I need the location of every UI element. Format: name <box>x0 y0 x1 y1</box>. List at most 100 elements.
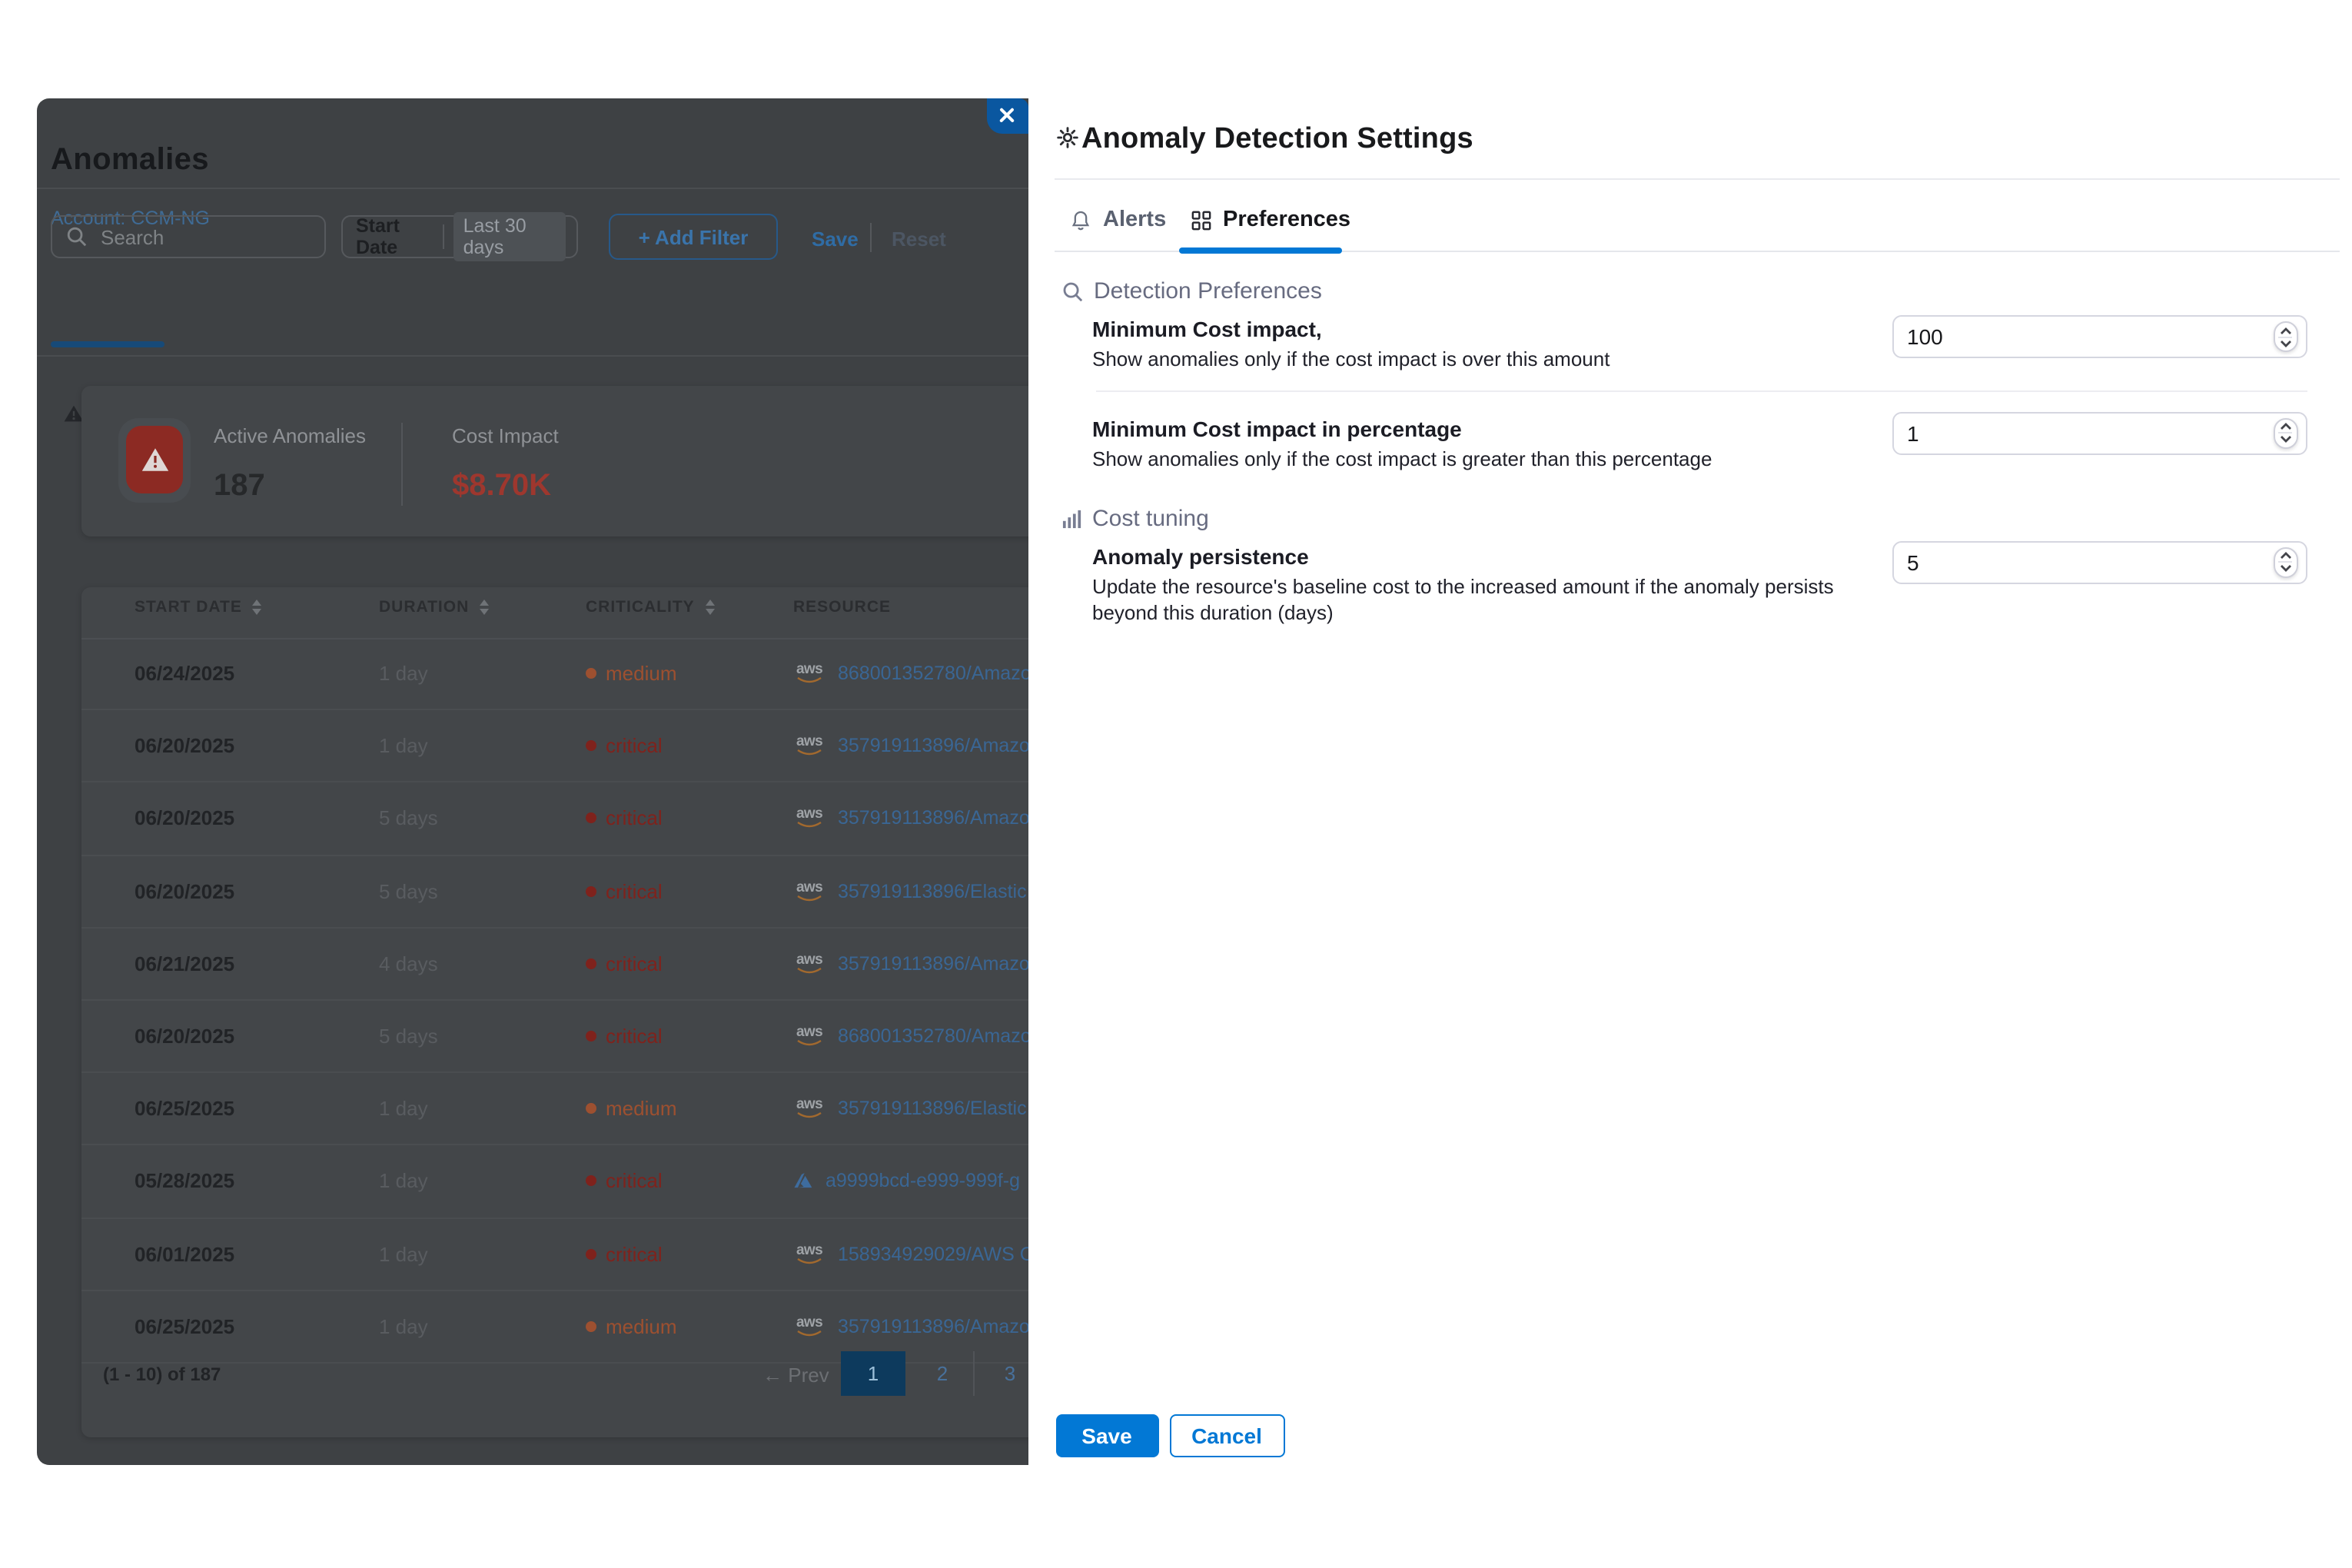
table-row[interactable]: 06/01/2025 1 day critical aws 1589349290… <box>81 1218 1028 1291</box>
anomaly-persistence-input[interactable] <box>1892 540 2307 583</box>
aws-icon: aws <box>793 953 826 975</box>
sort-icon[interactable] <box>480 600 489 616</box>
page-title: Anomalies <box>51 142 209 178</box>
tabs-divider <box>37 355 1028 357</box>
tab-preferences-label: Preferences <box>1223 208 1350 232</box>
table-row[interactable]: 06/20/2025 1 day critical aws 3579191138… <box>81 710 1028 782</box>
stepper-icon[interactable] <box>2273 321 2297 352</box>
resource-cell: aws 158934929029/AWS Co <box>793 1243 1028 1264</box>
add-filter-button[interactable]: + Add Filter <box>609 214 778 260</box>
criticality-label: critical <box>606 1242 663 1265</box>
pagination-prev-button[interactable]: ← Prev <box>762 1364 829 1387</box>
min-cost-impact-description: Show anomalies only if the cost impact i… <box>1092 346 1610 373</box>
aws-icon: aws <box>793 1025 826 1047</box>
resource-link[interactable]: 868001352780/Amazon <box>838 663 1028 684</box>
criticality-cell: medium <box>586 662 677 685</box>
resource-link[interactable]: 868001352780/Amazon <box>838 1025 1028 1047</box>
start-date-cell: 06/20/2025 <box>135 879 234 902</box>
aws-icon: aws <box>793 880 826 902</box>
save-button[interactable]: Save <box>1055 1414 1158 1457</box>
criticality-cell: critical <box>586 1025 663 1048</box>
aws-icon: aws <box>793 663 826 684</box>
screen: Account: CCM-NG Anomalies Start Date Las… <box>0 0 2352 1568</box>
section-heading: Detection Preferences <box>1094 278 1322 304</box>
tab-alerts[interactable]: Alerts <box>1069 208 1166 232</box>
anomaly-persistence-label: Anomaly persistence <box>1092 544 1309 569</box>
sort-icon[interactable] <box>706 600 715 616</box>
criticality-cell: critical <box>586 879 663 902</box>
pagination-page-2[interactable]: 2 <box>924 1351 961 1396</box>
pagination-page-1[interactable]: 1 <box>841 1351 905 1396</box>
search-icon <box>1061 281 1083 302</box>
min-cost-percent-input[interactable] <box>1892 411 2307 454</box>
criticality-dot-icon <box>586 741 596 752</box>
resource-link[interactable]: 357919113896/Amazon <box>838 1316 1028 1337</box>
anomaly-persistence-field <box>1892 540 2307 583</box>
table-row[interactable]: 06/21/2025 4 days critical aws 357919113… <box>81 929 1028 1001</box>
table-row[interactable]: 06/20/2025 5 days critical aws 357919113… <box>81 783 1028 855</box>
anomaly-persistence-description: Update the resource's baseline cost to t… <box>1092 573 1869 626</box>
criticality-cell: medium <box>586 1097 677 1120</box>
resource-link[interactable]: 357919113896/Elastic Lo <box>838 880 1028 902</box>
pagination-page-3[interactable]: 3 <box>992 1351 1028 1396</box>
column-header-duration[interactable]: DURATION <box>379 592 489 623</box>
resource-link[interactable]: 357919113896/Amazon <box>838 808 1028 829</box>
table-row[interactable]: 06/24/2025 1 day medium aws 868001352780… <box>81 638 1028 710</box>
resource-link[interactable]: a9999bcd-e999-999f-g <box>826 1171 1020 1192</box>
start-date-filter[interactable]: Start Date Last 30 days <box>341 215 577 258</box>
criticality-dot-icon <box>586 1031 596 1041</box>
table-row[interactable]: 06/25/2025 1 day medium aws 357919113896… <box>81 1073 1028 1145</box>
resource-cell: aws 868001352780/Amazon <box>793 1025 1028 1047</box>
section-heading: Cost tuning <box>1092 506 1209 532</box>
column-header-resource: RESOURCE <box>793 592 891 623</box>
active-anomalies-label: Active Anomalies <box>214 424 366 447</box>
table-row[interactable]: 06/20/2025 5 days critical aws 868001352… <box>81 1001 1028 1073</box>
start-date-cell: 06/24/2025 <box>135 662 234 685</box>
grid-icon <box>1191 210 1211 230</box>
table-row[interactable]: 05/28/2025 1 day critical aws a9999bcd-e… <box>81 1146 1028 1218</box>
resource-link[interactable]: 158934929029/AWS Co <box>838 1243 1028 1264</box>
criticality-dot-icon <box>586 1176 596 1187</box>
duration-cell: 5 days <box>379 807 438 830</box>
search-box[interactable] <box>50 215 325 258</box>
drawer-title-divider <box>1054 178 2340 180</box>
pagination-range: (1 - 10) of 187 <box>103 1364 221 1385</box>
stepper-icon[interactable] <box>2273 417 2297 448</box>
start-date-value[interactable]: Last 30 days <box>454 212 566 261</box>
azure-icon <box>793 1172 813 1191</box>
duration-cell: 1 day <box>379 1170 428 1193</box>
pagination-divider <box>973 1351 975 1396</box>
tab-preferences[interactable]: Preferences <box>1191 208 1350 232</box>
resource-link[interactable]: 357919113896/Elastic L <box>838 1098 1028 1119</box>
criticality-label: critical <box>606 952 663 975</box>
criticality-cell: critical <box>586 1170 663 1193</box>
start-date-cell: 06/20/2025 <box>135 1025 234 1048</box>
criticality-dot-icon <box>586 1321 596 1332</box>
min-cost-percent-field <box>1892 411 2307 454</box>
cost-impact-value: $8.70K <box>452 469 551 504</box>
criticality-label: critical <box>606 735 663 758</box>
resource-link[interactable]: 357919113896/Amazon <box>838 953 1028 975</box>
resource-cell: aws 357919113896/Amazon <box>793 808 1028 829</box>
gear-icon <box>1055 126 1078 149</box>
filter-reset-button[interactable]: Reset <box>892 227 946 250</box>
duration-cell: 1 day <box>379 1315 428 1338</box>
cancel-button[interactable]: Cancel <box>1169 1414 1284 1457</box>
min-cost-percent-label: Minimum Cost impact in percentage <box>1092 417 1462 441</box>
close-button[interactable] <box>986 98 1028 134</box>
stepper-icon[interactable] <box>2273 546 2297 577</box>
active-tab-underline <box>51 341 164 347</box>
aws-icon: aws <box>793 1316 826 1337</box>
column-header-criticality[interactable]: CRITICALITY <box>586 592 715 623</box>
min-cost-impact-field <box>1892 315 2307 358</box>
filter-save-button[interactable]: Save <box>812 227 859 250</box>
resource-link[interactable]: 357919113896/Amazon <box>838 736 1028 757</box>
search-input[interactable] <box>98 224 374 250</box>
duration-cell: 1 day <box>379 662 428 685</box>
min-cost-impact-input[interactable] <box>1892 315 2307 358</box>
min-cost-impact-label: Minimum Cost impact, <box>1092 317 1322 341</box>
duration-cell: 1 day <box>379 1097 428 1120</box>
table-row[interactable]: 06/20/2025 5 days critical aws 357919113… <box>81 855 1028 928</box>
sort-icon[interactable] <box>253 600 262 616</box>
column-header-start-date[interactable]: START DATE <box>135 592 262 623</box>
